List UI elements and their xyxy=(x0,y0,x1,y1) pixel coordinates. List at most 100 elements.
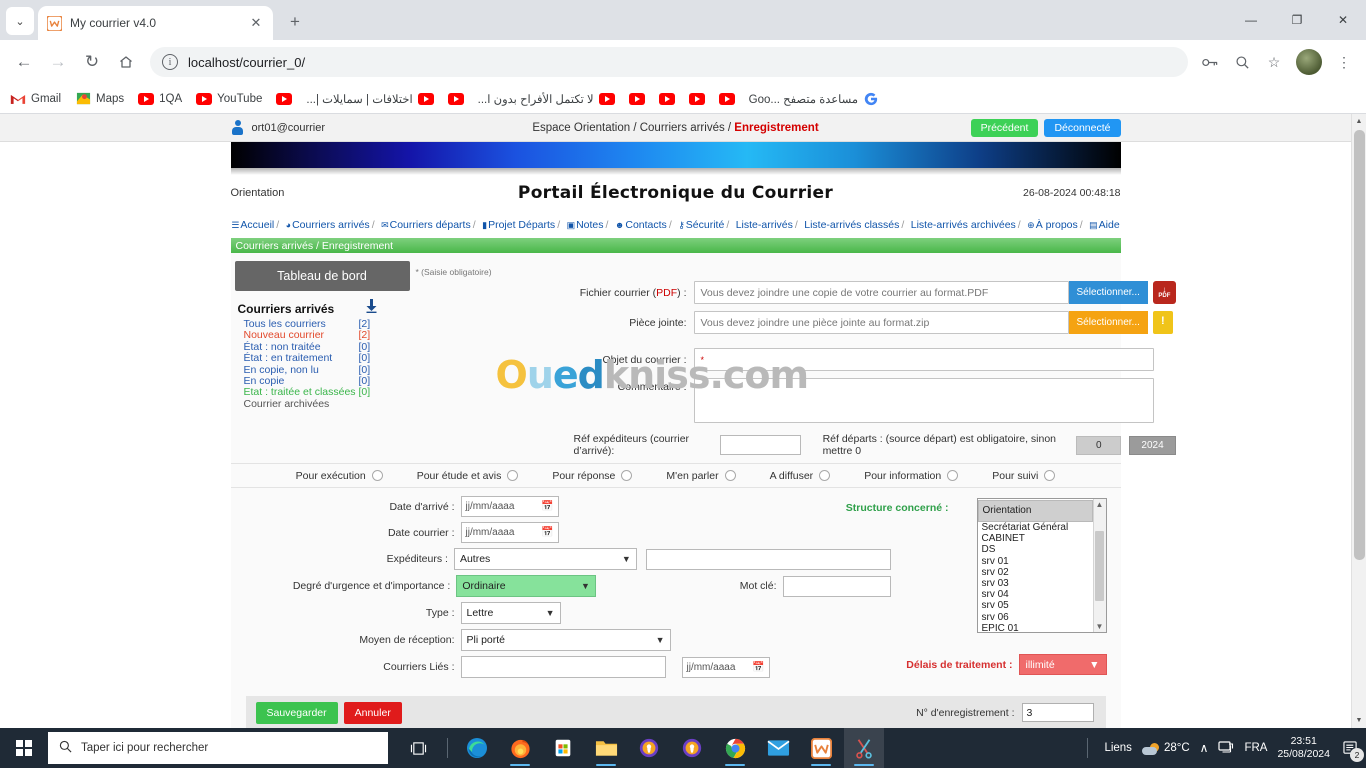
list-item[interactable]: srv 04 xyxy=(978,589,1093,600)
scroll-up-icon[interactable]: ▲ xyxy=(1352,114,1366,129)
back-icon[interactable]: ← xyxy=(8,46,40,78)
radio-a-diffuser[interactable]: A diffuser xyxy=(753,470,848,482)
bookmark-item[interactable]: لا تكتمل الأفراح بدون ا... xyxy=(478,91,615,107)
radio-pour-etude-et-avis[interactable]: Pour étude et avis xyxy=(400,470,536,482)
nav-contacts[interactable]: ☻Contacts xyxy=(615,219,667,231)
close-icon[interactable]: ✕ xyxy=(247,14,265,32)
maximize-button[interactable]: ❐ xyxy=(1274,0,1320,40)
tray-liens-label[interactable]: Liens xyxy=(1104,742,1132,754)
date-arrive-input[interactable]: jj/mm/aaaa 📅 xyxy=(460,496,559,517)
radio-button[interactable] xyxy=(371,470,383,481)
courriers-lies-date-input[interactable]: jj/mm/aaaa 📅 xyxy=(681,656,770,678)
fichier-select-button[interactable]: Sélectionner... xyxy=(1068,281,1148,304)
scroll-up-icon[interactable]: ▲ xyxy=(1096,499,1104,510)
zoom-icon[interactable] xyxy=(1228,48,1256,76)
bookmark-item[interactable] xyxy=(688,91,705,107)
zip-file-icon[interactable] xyxy=(1152,311,1173,334)
taskbar-edge-icon[interactable] xyxy=(457,728,497,768)
bookmark-item[interactable]: اختلافات | سمايلات |... xyxy=(306,91,434,107)
degre-urgence-select[interactable]: Ordinaire ▼ xyxy=(456,575,596,597)
list-item[interactable]: DS xyxy=(978,544,1093,555)
pdf-icon[interactable]: ↓ PDF xyxy=(1152,281,1176,304)
nav-courriers-arrives[interactable]: ◕Courriers arrivés xyxy=(286,219,370,231)
nav-a-propos[interactable]: ⊕À propos xyxy=(1027,219,1078,231)
radio-button[interactable] xyxy=(1044,470,1056,481)
radio-pour-suivi[interactable]: Pour suivi xyxy=(975,470,1072,482)
taskbar-avast-icon[interactable] xyxy=(629,728,669,768)
password-key-icon[interactable] xyxy=(1196,48,1224,76)
list-item[interactable]: srv 05 xyxy=(978,600,1093,611)
network-icon[interactable] xyxy=(1218,740,1234,757)
bookmark-item[interactable] xyxy=(628,91,645,107)
cancel-button[interactable]: Annuler xyxy=(343,701,402,724)
taskbar-search-input[interactable]: Taper ici pour rechercher xyxy=(48,732,388,764)
bookmark-star-icon[interactable]: ☆ xyxy=(1260,48,1288,76)
bookmark-item[interactable]: YouTube xyxy=(196,91,262,107)
taskbar-explorer-icon[interactable] xyxy=(586,728,626,768)
window-close-button[interactable]: ✕ xyxy=(1320,0,1366,40)
bookmark-item[interactable]: Gmail xyxy=(10,91,61,107)
new-tab-button[interactable]: + xyxy=(281,8,309,36)
nav-courriers-departs[interactable]: ✉Courriers départs xyxy=(381,219,471,231)
radio-button[interactable] xyxy=(507,470,519,481)
moyen-reception-select[interactable]: Pli porté ▼ xyxy=(460,629,671,651)
bookmark-item[interactable] xyxy=(718,91,735,107)
radio-button[interactable] xyxy=(621,470,633,481)
scroll-down-icon[interactable]: ▼ xyxy=(1096,621,1104,632)
home-icon[interactable] xyxy=(110,46,142,78)
logout-button[interactable]: Déconnecté xyxy=(1044,118,1121,137)
ref-departs-year-input[interactable]: 2024 xyxy=(1129,435,1176,455)
scrollbar-thumb[interactable] xyxy=(1095,530,1104,601)
download-icon[interactable] xyxy=(365,299,378,318)
taskbar-courrier-icon[interactable] xyxy=(801,728,841,768)
bookmark-item[interactable]: Maps xyxy=(75,91,124,107)
taskbar-firefox-icon[interactable] xyxy=(500,728,540,768)
expediteurs-select[interactable]: Autres ▼ xyxy=(453,548,637,570)
listbox-scrollbar[interactable]: ▲ ▼ xyxy=(1092,499,1106,632)
commentaire-textarea[interactable] xyxy=(693,378,1154,423)
nav-liste-arrives-archivees[interactable]: Liste-arrivés archivées xyxy=(911,219,1016,231)
page-scrollbar[interactable]: ▲ ▼ xyxy=(1351,114,1366,728)
site-info-icon[interactable]: i xyxy=(162,54,178,70)
sidebar-item-label[interactable]: État : en traitement xyxy=(244,352,359,364)
list-item[interactable]: Courrier archivées xyxy=(235,398,410,410)
address-bar[interactable]: i localhost/courrier_0/ xyxy=(150,47,1188,77)
calendar-icon[interactable]: 📅 xyxy=(752,662,764,673)
radio-pour-information[interactable]: Pour information xyxy=(847,470,975,482)
list-item[interactable]: srv 06 xyxy=(978,612,1093,623)
save-button[interactable]: Sauvegarder xyxy=(255,701,338,724)
radio-button[interactable] xyxy=(819,470,831,481)
structure-listbox[interactable]: Orientation Secrétariat Général CABINET … xyxy=(976,498,1107,633)
courriers-lies-input[interactable] xyxy=(460,656,666,678)
nav-liste-arrives[interactable]: Liste-arrivés xyxy=(736,219,793,231)
radio-pour-execution[interactable]: Pour exécution xyxy=(279,470,400,482)
minimize-button[interactable]: — xyxy=(1228,0,1274,40)
ref-expediteurs-input[interactable] xyxy=(719,435,801,455)
taskbar-store-icon[interactable] xyxy=(543,728,583,768)
list-item[interactable]: État : en traitement [0] xyxy=(235,352,410,364)
registration-number-input[interactable]: 3 xyxy=(1021,703,1094,722)
calendar-icon[interactable]: 📅 xyxy=(541,527,553,538)
objet-courrier-input[interactable]: * xyxy=(693,348,1154,371)
weather-widget[interactable]: 28°C xyxy=(1141,742,1190,755)
taskbar-mail-icon[interactable] xyxy=(758,728,798,768)
scroll-down-icon[interactable]: ▼ xyxy=(1352,713,1366,728)
dashboard-button[interactable]: Tableau de bord xyxy=(234,261,410,291)
type-select[interactable]: Lettre ▼ xyxy=(460,602,561,624)
calendar-icon[interactable]: 📅 xyxy=(541,501,553,512)
radio-men-parler[interactable]: M'en parler xyxy=(649,470,752,482)
clock[interactable]: 23:51 25/08/2024 xyxy=(1277,735,1330,761)
list-item[interactable]: srv 03 xyxy=(978,578,1093,589)
bookmark-item[interactable]: 1QA xyxy=(138,91,182,107)
bookmark-item[interactable] xyxy=(658,91,675,107)
taskbar-chrome-icon[interactable] xyxy=(715,728,755,768)
date-courrier-input[interactable]: jj/mm/aaaa 📅 xyxy=(460,522,559,543)
browser-tab[interactable]: My courrier v4.0 ✕ xyxy=(38,6,273,40)
tab-search-icon[interactable]: ⌄ xyxy=(6,7,34,35)
list-item[interactable]: Secrétariat Général xyxy=(978,522,1093,533)
scrollbar-thumb[interactable] xyxy=(1354,130,1365,560)
bookmark-item[interactable]: مساعدة متصفح ...Goo xyxy=(749,91,879,107)
piece-select-button[interactable]: Sélectionner... xyxy=(1068,311,1148,334)
start-button[interactable] xyxy=(0,728,48,768)
mot-cle-input[interactable] xyxy=(782,575,891,597)
